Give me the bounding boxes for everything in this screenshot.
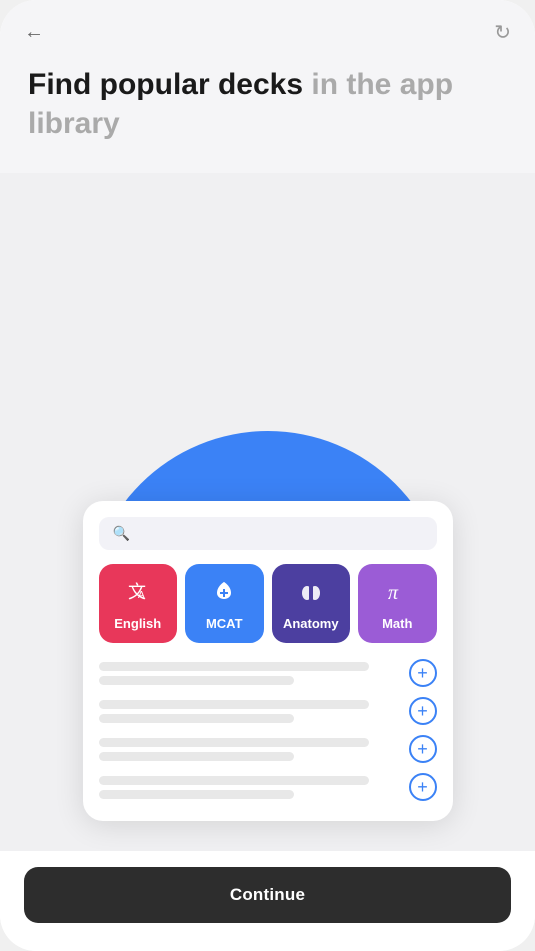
add-deck-button[interactable]: + [409, 735, 437, 763]
add-deck-button[interactable]: + [409, 659, 437, 687]
search-input[interactable] [138, 526, 423, 542]
list-line-top [99, 700, 369, 709]
anatomy-label: Anatomy [283, 616, 339, 631]
english-label: English [114, 616, 161, 631]
list-item: + [99, 659, 437, 687]
list-line-top [99, 662, 369, 671]
phone-screen: ← ↻ Find popular decks in the app librar… [0, 0, 535, 951]
continue-button[interactable]: Continue [24, 867, 511, 923]
list-line-bottom [99, 790, 294, 799]
math-label: Math [382, 616, 412, 631]
list-item-lines [99, 776, 399, 799]
anatomy-icon [293, 574, 329, 610]
list-line-bottom [99, 752, 294, 761]
mcat-label: MCAT [206, 616, 243, 631]
add-deck-button[interactable]: + [409, 773, 437, 801]
list-item-lines [99, 662, 399, 685]
category-anatomy[interactable]: Anatomy [272, 564, 351, 643]
list-item-lines [99, 700, 399, 723]
refresh-button[interactable]: ↻ [494, 20, 511, 45]
add-deck-button[interactable]: + [409, 697, 437, 725]
search-bar[interactable]: 🔍 [99, 517, 437, 550]
search-icon: 🔍 [113, 525, 130, 542]
illustration-area: 🔍 文 A English [0, 173, 535, 851]
page-title: Find popular decks in the app library [28, 65, 507, 143]
list-line-bottom [99, 714, 294, 723]
svg-text:π: π [388, 582, 399, 604]
category-english[interactable]: 文 A English [99, 564, 178, 643]
category-row: 文 A English MCAT [99, 564, 437, 643]
mcat-icon [206, 574, 242, 610]
deck-card-panel: 🔍 文 A English [83, 501, 453, 821]
category-math[interactable]: π Math [358, 564, 437, 643]
deck-list: + + + [99, 659, 437, 801]
svg-text:A: A [138, 590, 145, 601]
list-line-top [99, 738, 369, 747]
list-item: + [99, 697, 437, 725]
math-icon: π [379, 574, 415, 610]
category-mcat[interactable]: MCAT [185, 564, 264, 643]
list-item-lines [99, 738, 399, 761]
continue-bar: Continue [0, 851, 535, 951]
top-bar: ← ↻ [0, 0, 535, 55]
list-item: + [99, 773, 437, 801]
list-line-top [99, 776, 369, 785]
header-section: Find popular decks in the app library [0, 55, 535, 173]
list-line-bottom [99, 676, 294, 685]
list-item: + [99, 735, 437, 763]
english-icon: 文 A [120, 574, 156, 610]
title-bold: Find popular decks [28, 68, 311, 101]
back-button[interactable]: ← [24, 21, 44, 44]
